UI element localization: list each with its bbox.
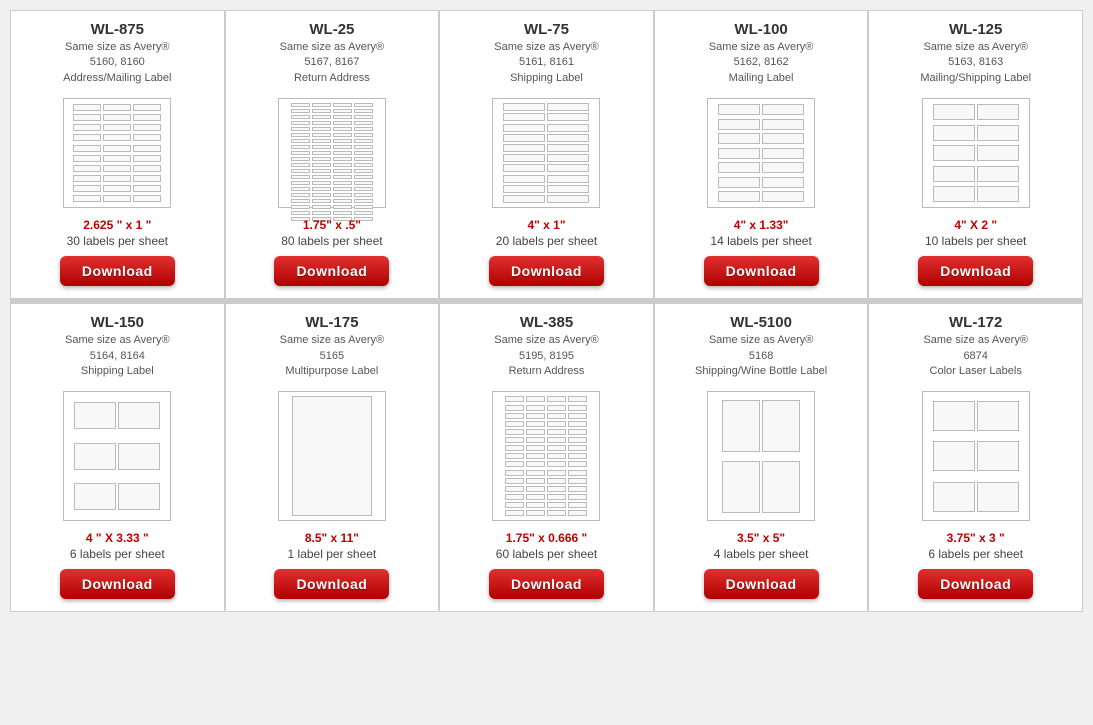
label-preview-wl-25: [278, 98, 386, 208]
label-preview-wl-875: [63, 98, 171, 208]
product-count: 4 labels per sheet: [714, 547, 809, 561]
product-title: WL-5100: [730, 314, 792, 331]
label-preview-wl-172: [922, 391, 1030, 521]
product-subtitle: Same size as Avery® 5165 Multipurpose La…: [280, 333, 385, 379]
product-title: WL-175: [305, 314, 358, 331]
product-subtitle: Same size as Avery® 6874 Color Laser Lab…: [923, 333, 1028, 379]
download-button-wl-875[interactable]: Download: [60, 256, 175, 286]
download-button-wl-100[interactable]: Download: [704, 256, 819, 286]
product-card-wl-25: WL-25 Same size as Avery® 5167, 8167 Ret…: [226, 11, 439, 298]
product-title: WL-125: [949, 21, 1002, 38]
product-subtitle: Same size as Avery® 5167, 8167 Return Ad…: [280, 40, 385, 86]
product-card-wl-175: WL-175 Same size as Avery® 5165 Multipur…: [226, 304, 439, 611]
product-size: 3.5" x 5": [737, 531, 785, 545]
product-count: 10 labels per sheet: [925, 234, 1026, 248]
product-title: WL-25: [309, 21, 354, 38]
download-button-wl-5100[interactable]: Download: [704, 569, 819, 599]
product-subtitle: Same size as Avery® 5168 Shipping/Wine B…: [695, 333, 827, 379]
product-subtitle: Same size as Avery® 5160, 8160 Address/M…: [63, 40, 171, 86]
product-size: 8.5" x 11": [305, 531, 359, 545]
product-card-wl-385: WL-385 Same size as Avery® 5195, 8195 Re…: [440, 304, 653, 611]
product-subtitle: Same size as Avery® 5164, 8164 Shipping …: [65, 333, 170, 379]
download-button-wl-150[interactable]: Download: [60, 569, 175, 599]
product-size: 4 " X 3.33 ": [86, 531, 149, 545]
product-title: WL-172: [949, 314, 1002, 331]
label-preview-wl-175: [278, 391, 386, 521]
product-title: WL-875: [91, 21, 144, 38]
product-subtitle: Same size as Avery® 5195, 8195 Return Ad…: [494, 333, 599, 379]
product-grid: WL-875 Same size as Avery® 5160, 8160 Ad…: [10, 10, 1083, 612]
product-count: 60 labels per sheet: [496, 547, 597, 561]
product-count: 6 labels per sheet: [70, 547, 165, 561]
download-button-wl-25[interactable]: Download: [274, 256, 389, 286]
label-preview-wl-75: [492, 98, 600, 208]
product-subtitle: Same size as Avery® 5162, 8162 Mailing L…: [709, 40, 814, 86]
product-size: 4" x 1.33": [734, 218, 789, 232]
product-card-wl-150: WL-150 Same size as Avery® 5164, 8164 Sh…: [11, 304, 224, 611]
product-card-wl-75: WL-75 Same size as Avery® 5161, 8161 Shi…: [440, 11, 653, 298]
product-card-wl-172: WL-172 Same size as Avery® 6874 Color La…: [869, 304, 1082, 611]
product-count: 80 labels per sheet: [281, 234, 382, 248]
product-title: WL-100: [734, 21, 787, 38]
product-count: 30 labels per sheet: [67, 234, 168, 248]
product-title: WL-150: [91, 314, 144, 331]
product-count: 6 labels per sheet: [928, 547, 1023, 561]
product-size: 3.75" x 3 ": [947, 531, 1005, 545]
label-preview-wl-150: [63, 391, 171, 521]
product-count: 14 labels per sheet: [710, 234, 811, 248]
download-button-wl-75[interactable]: Download: [489, 256, 604, 286]
label-preview-wl-125: [922, 98, 1030, 208]
product-card-wl-100: WL-100 Same size as Avery® 5162, 8162 Ma…: [655, 11, 868, 298]
product-count: 1 label per sheet: [288, 547, 377, 561]
product-size: 1.75" x .5": [303, 218, 361, 232]
product-card-wl-5100: WL-5100 Same size as Avery® 5168 Shippin…: [655, 304, 868, 611]
product-title: WL-385: [520, 314, 573, 331]
product-title: WL-75: [524, 21, 569, 38]
product-card-wl-875: WL-875 Same size as Avery® 5160, 8160 Ad…: [11, 11, 224, 298]
label-preview-wl-5100: [707, 391, 815, 521]
product-size: 4" x 1": [527, 218, 565, 232]
product-size: 1.75" x 0.666 ": [506, 531, 587, 545]
download-button-wl-172[interactable]: Download: [918, 569, 1033, 599]
label-preview-wl-385: [492, 391, 600, 521]
download-button-wl-175[interactable]: Download: [274, 569, 389, 599]
product-subtitle: Same size as Avery® 5163, 8163 Mailing/S…: [920, 40, 1031, 86]
label-preview-wl-100: [707, 98, 815, 208]
product-subtitle: Same size as Avery® 5161, 8161 Shipping …: [494, 40, 599, 86]
product-size: 2.625 " x 1 ": [83, 218, 151, 232]
product-count: 20 labels per sheet: [496, 234, 597, 248]
download-button-wl-125[interactable]: Download: [918, 256, 1033, 286]
product-card-wl-125: WL-125 Same size as Avery® 5163, 8163 Ma…: [869, 11, 1082, 298]
product-size: 4" X 2 ": [954, 218, 997, 232]
download-button-wl-385[interactable]: Download: [489, 569, 604, 599]
